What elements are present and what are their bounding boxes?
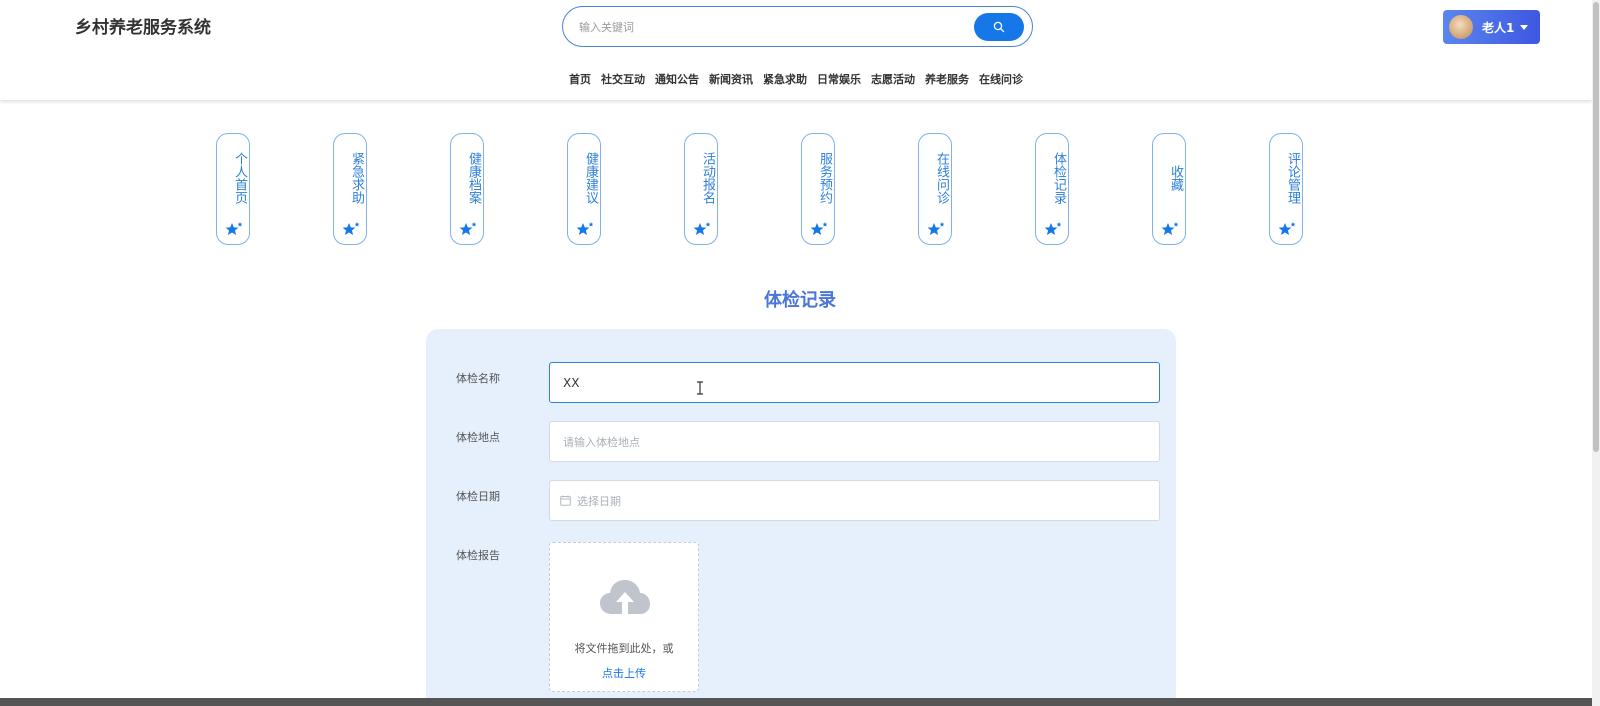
search-button[interactable] [974, 13, 1024, 41]
text-cursor-icon [697, 381, 703, 395]
menu-item-service-booking[interactable]: 服务预约 [801, 133, 835, 245]
page-title: 体检记录 [764, 290, 836, 311]
search-input[interactable] [579, 17, 959, 37]
menu-item-checkup-records[interactable]: 体检记录 [1035, 133, 1069, 245]
upload-hint: 将文件拖到此处，或 [574, 642, 674, 655]
report-upload-dropzone[interactable]: 将文件拖到此处，或 点击上传 [549, 542, 699, 692]
star-icon [1044, 222, 1062, 235]
menu-item-emergency[interactable]: 紧急求助 [333, 133, 367, 245]
nav-item-volunteer[interactable]: 志愿活动 [871, 71, 915, 89]
star-icon [459, 222, 477, 235]
calendar-icon [560, 495, 571, 506]
scrollbar-thumb[interactable] [1593, 2, 1599, 452]
nav-item-entertainment[interactable]: 日常娱乐 [817, 71, 861, 89]
nav-item-news[interactable]: 新闻资讯 [709, 71, 753, 89]
user-name: 老人1 [1482, 20, 1515, 35]
menu-item-online-consultation[interactable]: 在线问诊 [918, 133, 952, 245]
menu-item-health-records[interactable]: 健康档案 [450, 133, 484, 245]
menu-item-label: 体检记录 [1051, 152, 1066, 204]
menu-item-label: 健康档案 [466, 152, 481, 204]
menu-item-label: 活动报名 [700, 152, 715, 204]
star-icon [225, 222, 243, 235]
star-icon [927, 222, 945, 235]
menu-item-comment-management[interactable]: 评论管理 [1269, 133, 1303, 245]
checkup-date-picker[interactable]: 选择日期 [549, 480, 1160, 521]
star-icon [576, 222, 594, 235]
date-placeholder: 选择日期 [577, 494, 621, 508]
nav-item-consultation[interactable]: 在线问诊 [979, 71, 1023, 89]
star-icon [693, 222, 711, 235]
menu-item-label: 在线问诊 [934, 152, 949, 204]
menu-item-personal-home[interactable]: 个人首页 [216, 133, 250, 245]
checkup-name-input[interactable] [549, 362, 1160, 403]
menu-item-label: 服务预约 [817, 152, 832, 204]
user-center-menu: 个人首页 紧急求助 健康档案 健康建议 活动报名 服务预约 在线问诊 体检记录 … [0, 133, 1592, 245]
menu-item-favorites[interactable]: 收藏 [1152, 133, 1186, 245]
checkup-form: 体检名称 体检地点 体检日期 选择日期 体检报告 将文件拖到此处，或 点击上传 [426, 329, 1176, 706]
checkup-name-label: 体检名称 [456, 372, 500, 385]
checkup-location-label: 体检地点 [456, 431, 500, 444]
top-header: 乡村养老服务系统 老人1 首页 社交互动 通知公告 新闻资讯 紧急求助 日常娱乐… [0, 0, 1592, 100]
upload-link[interactable]: 点击上传 [550, 665, 698, 681]
star-icon [1161, 222, 1179, 235]
site-title: 乡村养老服务系统 [75, 18, 211, 38]
nav-item-elderly-service[interactable]: 养老服务 [925, 71, 969, 89]
nav-item-home[interactable]: 首页 [569, 71, 591, 89]
bottom-bar [0, 698, 1592, 706]
user-menu-button[interactable]: 老人1 [1443, 10, 1540, 44]
menu-item-label: 紧急求助 [349, 152, 364, 204]
menu-item-health-advice[interactable]: 健康建议 [567, 133, 601, 245]
menu-item-label: 评论管理 [1285, 152, 1300, 204]
avatar [1449, 15, 1473, 39]
star-icon [342, 222, 360, 235]
checkup-report-label: 体检报告 [456, 549, 500, 562]
search-box [562, 6, 1033, 47]
nav-item-social[interactable]: 社交互动 [601, 71, 645, 89]
menu-item-activity-signup[interactable]: 活动报名 [684, 133, 718, 245]
nav-item-emergency[interactable]: 紧急求助 [763, 71, 807, 89]
upload-cloud-icon [600, 580, 650, 614]
main-nav: 首页 社交互动 通知公告 新闻资讯 紧急求助 日常娱乐 志愿活动 养老服务 在线… [0, 71, 1592, 89]
caret-down-icon [1520, 24, 1529, 30]
checkup-location-input[interactable] [549, 421, 1160, 462]
menu-item-label: 收藏 [1168, 165, 1183, 191]
star-icon [1278, 222, 1296, 235]
checkup-date-label: 体检日期 [456, 490, 500, 503]
star-icon [810, 222, 828, 235]
nav-item-notices[interactable]: 通知公告 [655, 71, 699, 89]
menu-item-label: 健康建议 [583, 152, 598, 204]
search-icon [993, 21, 1005, 33]
menu-item-label: 个人首页 [232, 152, 247, 204]
